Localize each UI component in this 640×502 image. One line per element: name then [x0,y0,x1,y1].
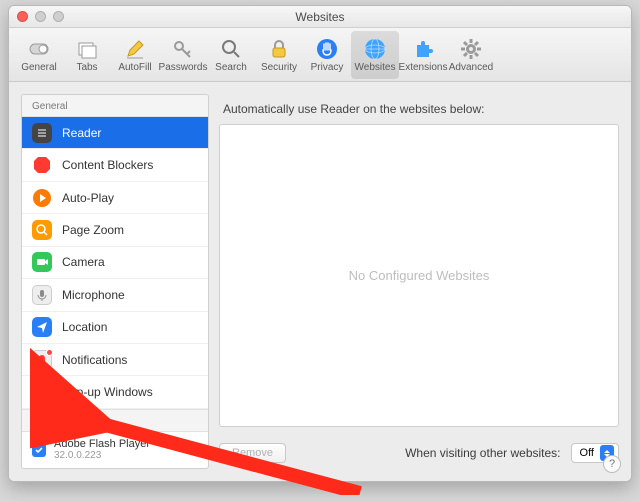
plugin-checkbox[interactable] [32,443,46,457]
tab-icon [74,36,100,62]
toolbar-label: Passwords [159,62,208,73]
sidebar: General Reader Content Blockers Auto-Pla… [21,94,209,469]
sidebar-section-general: General [22,95,208,117]
plugin-item-flash[interactable]: Adobe Flash Player 32.0.0.223 [22,432,208,468]
main-heading: Automatically use Reader on the websites… [219,94,619,124]
sidebar-item-label: Page Zoom [62,223,124,237]
reader-icon [32,123,52,143]
sidebar-item-label: Pop-up Windows [62,385,153,399]
close-window-button[interactable] [17,11,28,22]
toolbar-extensions[interactable]: Extensions [399,31,447,79]
toolbar-label: Search [215,62,247,73]
toolbar-label: Privacy [311,62,344,73]
toolbar-autofill[interactable]: AutoFill [111,31,159,79]
main-panel: Automatically use Reader on the websites… [219,94,619,469]
lock-icon [266,36,292,62]
empty-state-text: No Configured Websites [349,268,490,283]
toolbar-label: AutoFill [118,62,151,73]
sidebar-item-label: Camera [62,255,105,269]
sidebar-item-microphone[interactable]: Microphone [22,279,208,311]
pencil-icon [122,36,148,62]
footer-controls: Remove When visiting other websites: Off [219,427,619,469]
toolbar-search[interactable]: Search [207,31,255,79]
plugin-meta: Adobe Flash Player 32.0.0.223 [54,438,150,462]
sidebar-item-camera[interactable]: Camera [22,247,208,279]
sidebar-item-label: Microphone [62,288,125,302]
sidebar-item-page-zoom[interactable]: Page Zoom [22,214,208,246]
sidebar-item-label: Location [62,320,107,334]
sidebar-item-location[interactable]: Location [22,312,208,344]
sidebar-item-reader[interactable]: Reader [22,117,208,149]
sidebar-item-notifications[interactable]: Notifications [22,344,208,376]
sidebar-item-popups[interactable]: Pop-up Windows [22,376,208,408]
minimize-window-button[interactable] [35,11,46,22]
play-icon [32,188,52,208]
toolbar-passwords[interactable]: Passwords [159,31,207,79]
puzzle-icon [410,36,436,62]
popup-icon [32,382,52,402]
remove-button[interactable]: Remove [219,443,286,463]
bell-icon [32,350,52,370]
toolbar-general[interactable]: General [15,31,63,79]
toolbar-label: Extensions [399,62,448,73]
sidebar-item-content-blockers[interactable]: Content Blockers [22,149,208,181]
switch-icon [26,36,52,62]
preferences-toolbar: General Tabs AutoFill Passwords Search [9,28,631,82]
sidebar-item-auto-play[interactable]: Auto-Play [22,182,208,214]
toolbar-label: Security [261,62,297,73]
traffic-lights [17,11,64,22]
microphone-icon [32,285,52,305]
sidebar-item-label: Content Blockers [62,158,153,172]
toolbar-advanced[interactable]: Advanced [447,31,495,79]
sidebar-item-label: Reader [62,126,101,140]
window-title: Websites [9,10,631,24]
help-button[interactable]: ? [603,455,621,473]
plugin-version: 32.0.0.223 [54,450,150,462]
gear-icon [458,36,484,62]
zoom-icon [32,220,52,240]
select-value: Off [580,447,594,459]
stop-icon [32,155,52,175]
toolbar-security[interactable]: Security [255,31,303,79]
toolbar-websites[interactable]: Websites [351,31,399,79]
remove-label: Remove [232,447,273,459]
titlebar: Websites [9,6,631,28]
toolbar-privacy[interactable]: Privacy [303,31,351,79]
sidebar-item-label: Notifications [62,353,127,367]
toolbar-label: Advanced [449,62,493,73]
visiting-label: When visiting other websites: [405,446,560,460]
toolbar-label: Websites [355,62,396,73]
search-icon [218,36,244,62]
plugin-name: Adobe Flash Player [54,438,150,451]
help-label: ? [609,458,615,470]
notification-badge [46,349,53,356]
sidebar-item-label: Auto-Play [62,191,114,205]
key-icon [170,36,196,62]
zoom-window-button[interactable] [53,11,64,22]
websites-list[interactable]: No Configured Websites [219,124,619,427]
location-icon [32,317,52,337]
toolbar-label: Tabs [76,62,97,73]
camera-icon [32,252,52,272]
preferences-window: Websites General Tabs AutoFill Passwords [8,5,632,482]
sidebar-section-plugins: Plug-ins [22,409,208,432]
toolbar-tabs[interactable]: Tabs [63,31,111,79]
toolbar-label: General [21,62,57,73]
globe-icon [362,36,388,62]
content-area: General Reader Content Blockers Auto-Pla… [9,82,631,481]
hand-icon [314,36,340,62]
